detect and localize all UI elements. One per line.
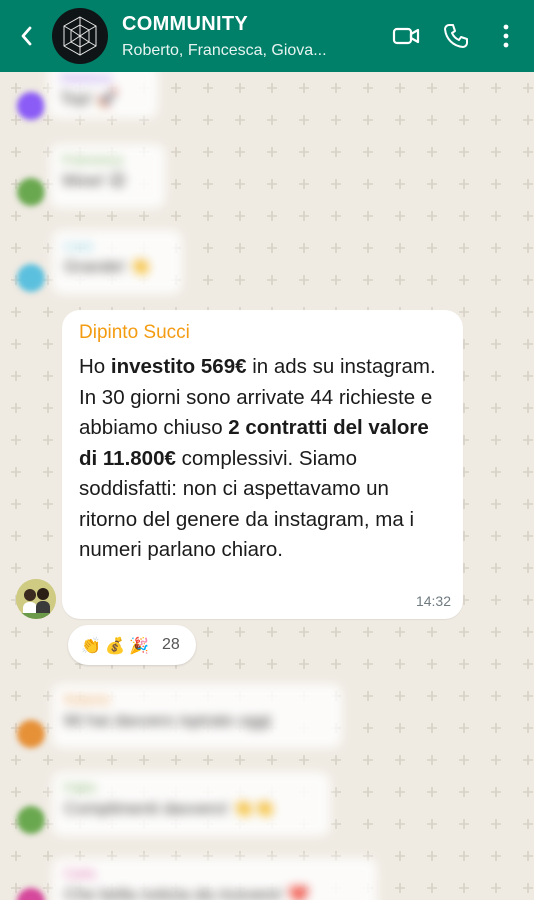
back-button[interactable] [4, 0, 48, 72]
video-call-button[interactable] [384, 14, 428, 58]
party-popper-icon: 🎉 [129, 635, 149, 655]
blurred-message: Carla Che bella notizia da ricevere! ❤️ [52, 858, 377, 900]
avatar [17, 264, 45, 292]
money-bag-icon: 💰 [105, 635, 125, 655]
message-text-part: Ho [79, 355, 111, 378]
header-info[interactable]: COMMUNITY Roberto, Francesca, Giova... [122, 13, 384, 60]
reaction-count: 28 [162, 636, 180, 653]
message-bubble[interactable]: Dipinto Succi Ho investito 569€ in ads s… [62, 310, 463, 619]
sender-name[interactable]: Dipinto Succi [79, 322, 447, 344]
avatar [17, 178, 45, 206]
blurred-message: Francesca Wow! 😮 [50, 144, 165, 208]
voice-call-button[interactable] [434, 14, 478, 58]
geodesic-logo-icon [63, 16, 97, 56]
chevron-left-icon [21, 26, 32, 46]
avatar [17, 92, 45, 120]
chat-header: COMMUNITY Roberto, Francesca, Giova... [0, 0, 534, 72]
blurred-message: Roberto Mi hai davvero ispirato oggi [52, 684, 342, 748]
message-text: Ho investito 569€ in ads su instagram. I… [79, 352, 451, 566]
blurred-message: Luca Grande! 👏 [52, 230, 182, 294]
clapping-hands-icon: 👏 [81, 635, 101, 655]
group-title: COMMUNITY [122, 12, 249, 35]
more-vertical-icon [503, 24, 509, 48]
blurred-message: Fabio Complimenti davvero! 👏👏 [52, 772, 330, 836]
sender-avatar[interactable] [16, 579, 56, 619]
group-avatar[interactable] [52, 8, 108, 64]
blurred-message: Gianluca Top! 🚀 [48, 72, 158, 118]
avatar-photo-icon [16, 579, 56, 619]
message-text-bold: investito 569€ [110, 355, 247, 378]
reactions-pill[interactable]: 👏 💰 🎉 28 [68, 625, 196, 665]
message-time: 14:32 [415, 593, 451, 609]
menu-button[interactable] [484, 14, 528, 58]
group-members: Roberto, Francesca, Giova... [122, 41, 327, 59]
avatar [17, 720, 45, 748]
phone-icon [444, 24, 468, 48]
video-call-icon [392, 27, 420, 45]
avatar [17, 806, 45, 834]
chat-area[interactable]: Gianluca Top! 🚀 Francesca Wow! 😮 Luca Gr… [0, 72, 534, 900]
